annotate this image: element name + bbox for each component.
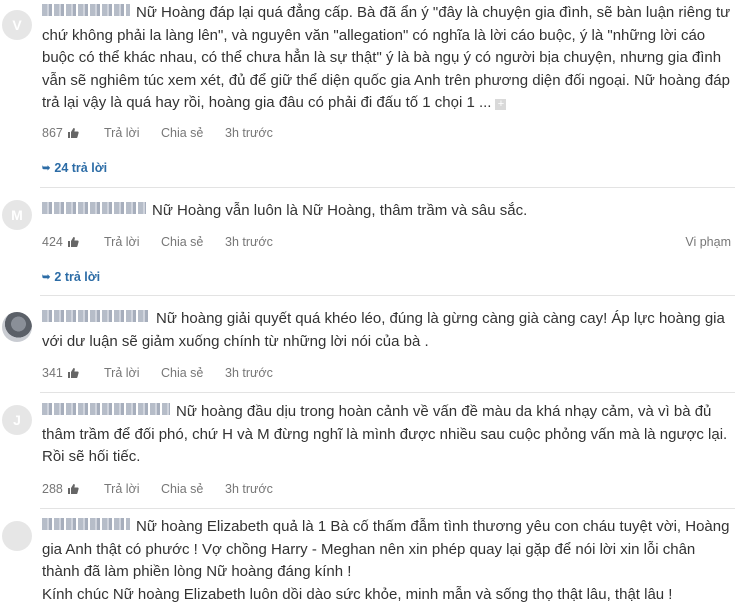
comment-actions: 424 Trả lời Chia sẻ 3h trước Vi phạm [42,234,731,250]
reply-button[interactable]: Trả lời [104,366,161,380]
reply-button[interactable]: Trả lời [104,126,161,140]
comment-body: Nữ hoàng giải quyết quá khéo léo, đúng l… [42,308,735,353]
reply-arrow-icon: ➥ [42,162,51,174]
avatar[interactable] [2,312,32,342]
comment-text: Nữ hoàng giải quyết quá khéo léo, đúng l… [42,308,735,353]
like-count-value: 424 [42,235,63,249]
username[interactable] [42,202,146,214]
divider [40,392,735,393]
avatar[interactable]: V [2,10,32,40]
reply-button[interactable]: Trả lời [104,235,161,249]
report-button[interactable]: Vi phạm [685,235,731,249]
comment-content: Nữ Hoàng vẫn luôn là Nữ Hoàng, thâm trầm… [152,202,528,219]
divider [40,187,735,188]
username[interactable] [42,310,150,322]
ellipsis: ... [478,94,492,111]
timestamp: 3h trước [225,366,273,380]
username[interactable] [42,518,130,530]
comment-body: Nữ hoàng Elizabeth quả là 1 Bà cố thấm đ… [42,516,735,606]
comment-actions: 288 Trả lời Chia sẻ 3h trước [42,481,735,497]
comment-body: Nữ hoàng đầu dịu trong hoàn cảnh về vấn … [42,401,735,469]
thumbs-up-icon[interactable] [67,236,79,248]
reply-arrow-icon: ➥ [42,271,51,283]
timestamp: 3h trước [225,126,273,140]
reply-button[interactable]: Trả lời [104,482,161,496]
share-button[interactable]: Chia sẻ [161,235,225,249]
like-count-value: 867 [42,126,63,140]
comment-body: Nữ Hoàng vẫn luôn là Nữ Hoàng, thâm trầm… [42,200,735,223]
replies-count: 24 trả lời [54,161,108,175]
view-replies-button[interactable]: ➥ 2 trả lời [42,270,100,284]
share-button[interactable]: Chia sẻ [161,126,225,140]
comment-actions: 867 Trả lời Chia sẻ 3h trước [42,125,735,141]
like-count-value: 288 [42,482,63,496]
comment-body: Nữ Hoàng đáp lại quá đẳng cấp. Bà đã ẩn … [42,2,735,115]
comment-text: Nữ hoàng đầu dịu trong hoàn cảnh về vấn … [42,401,735,469]
comment-content: Nữ Hoàng đáp lại quá đẳng cấp. Bà đã ẩn … [42,4,731,111]
comment-actions: 341 Trả lời Chia sẻ 3h trước [42,365,735,381]
comment-content: Nữ hoàng Elizabeth quả là 1 Bà cố thấm đ… [42,518,730,580]
share-button[interactable]: Chia sẻ [161,366,225,380]
like-count[interactable]: 424 [42,235,104,249]
avatar[interactable] [2,521,32,551]
comment-content-line-2: Kính chúc Nữ hoàng Elizabeth luôn dồi dà… [42,585,673,603]
timestamp: 3h trước [225,482,273,496]
thumbs-up-icon[interactable] [67,127,79,139]
like-count[interactable]: 867 [42,126,104,140]
thumbs-up-icon[interactable] [67,367,79,379]
comment-text: Nữ hoàng Elizabeth quả là 1 Bà cố thấm đ… [42,516,735,606]
timestamp: 3h trước [225,235,273,249]
divider [40,508,735,509]
avatar[interactable]: M [2,200,32,230]
expand-plus-icon[interactable]: + [495,99,507,110]
like-count-value: 341 [42,366,63,380]
avatar[interactable]: J [2,405,32,435]
username[interactable] [42,4,130,16]
replies-count: 2 trả lời [54,270,101,284]
comment-text: Nữ Hoàng đáp lại quá đẳng cấp. Bà đã ẩn … [42,2,735,115]
view-replies-button[interactable]: ➥ 24 trả lời [42,161,107,175]
like-count[interactable]: 288 [42,482,104,496]
share-button[interactable]: Chia sẻ [161,482,225,496]
thumbs-up-icon[interactable] [67,483,79,495]
username[interactable] [42,403,170,415]
divider [40,295,735,296]
comment-text: Nữ Hoàng vẫn luôn là Nữ Hoàng, thâm trầm… [42,200,735,223]
like-count[interactable]: 341 [42,366,104,380]
